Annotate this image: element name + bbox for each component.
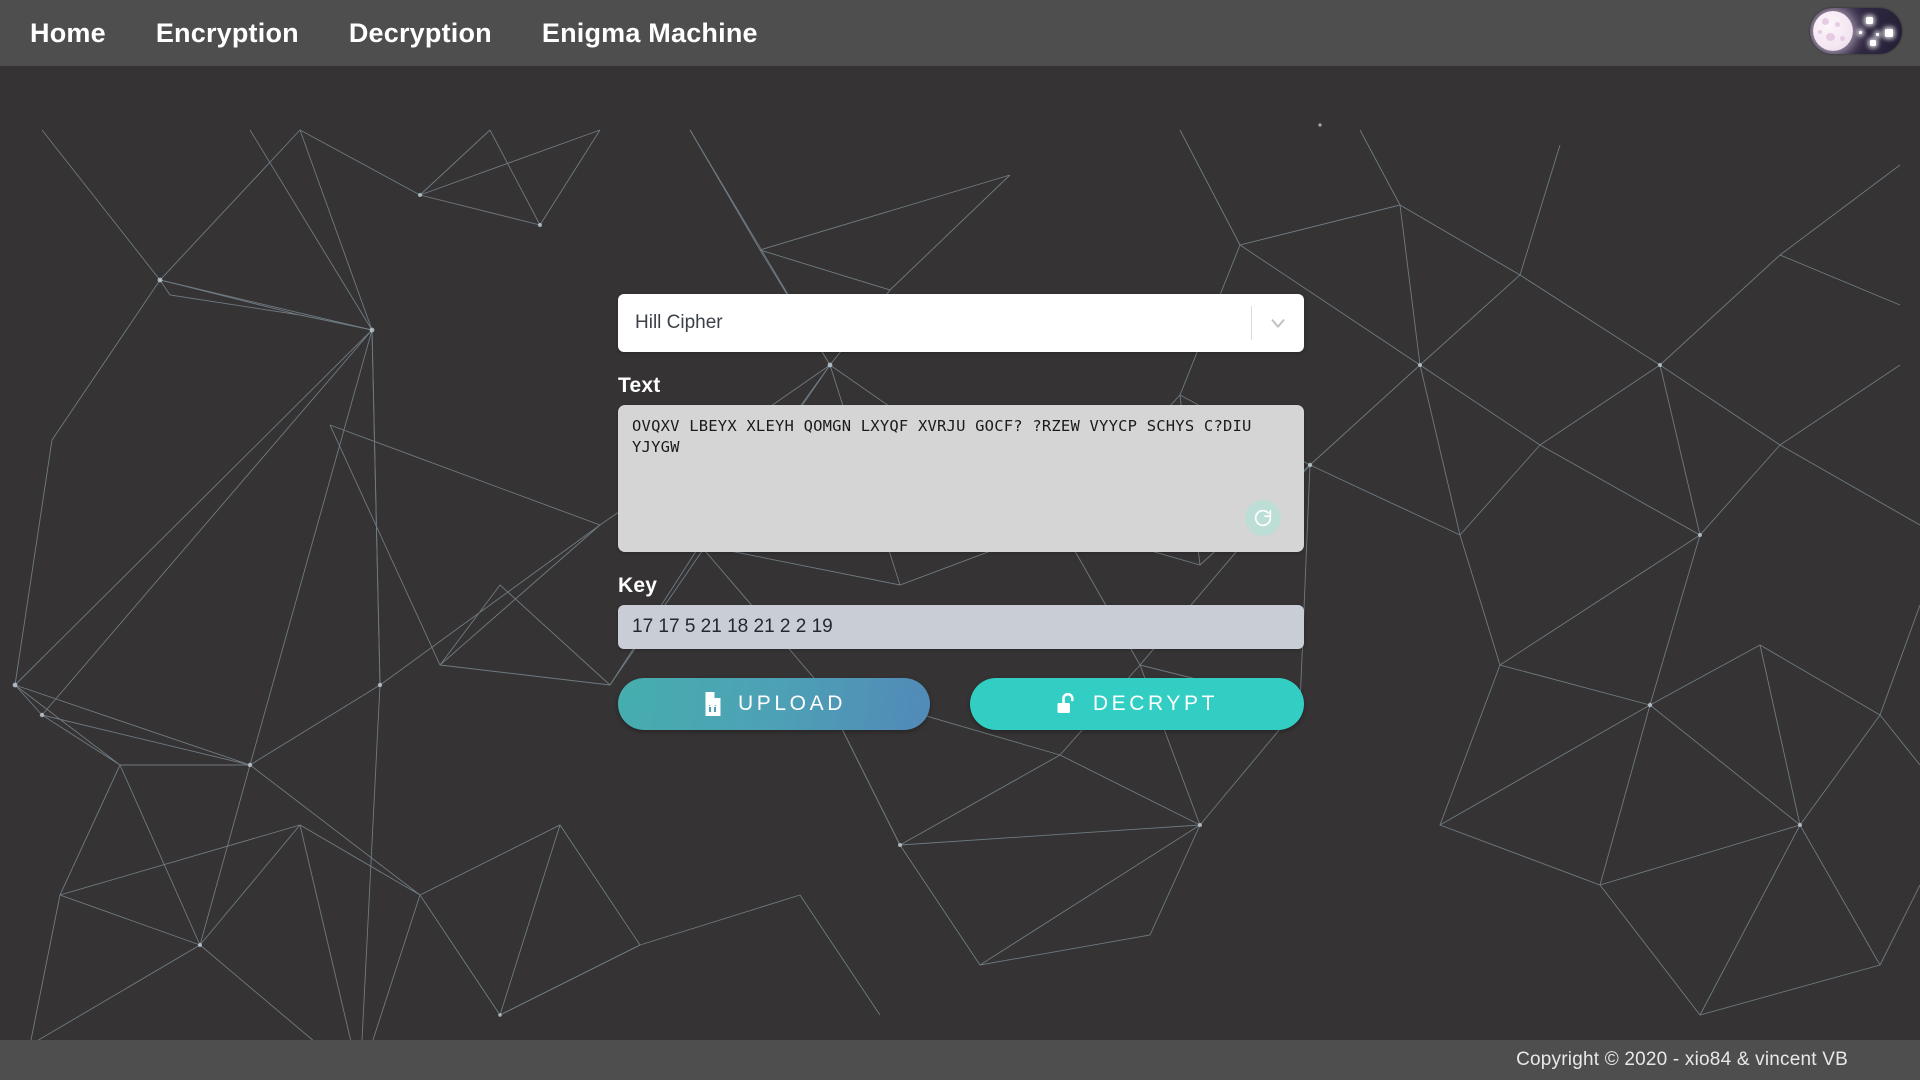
cipher-select-value: Hill Cipher [635,312,723,333]
upload-button-label: UPLOAD [738,692,846,715]
app-root: Home Encryption Decryption Enigma Machin… [0,0,1920,1080]
text-input-area[interactable]: OVQXV LBEYX XLEYH QOMGN LXYQF XVRJU GOCF… [618,405,1304,552]
action-buttons: UPLOAD DECRYPT [618,678,1304,730]
page-footer: Copyright © 2020 - xio84 & vincent VB [0,1040,1920,1080]
top-navbar: Home Encryption Decryption Enigma Machin… [0,0,1920,66]
key-input-value: 17 17 5 21 18 21 2 2 19 [632,616,833,637]
nav-links: Home Encryption Decryption Enigma Machin… [30,18,758,49]
text-field-label: Text [618,374,661,397]
decrypt-button[interactable]: DECRYPT [970,678,1304,730]
file-upload-icon [702,692,723,716]
decryption-form: Hill Cipher Text OVQXV LBEYX XLEYH QOMGN… [618,294,1304,730]
cipher-select[interactable]: Hill Cipher [618,294,1304,352]
moon-icon [1813,11,1853,51]
chevron-down-icon[interactable] [1266,311,1290,335]
nav-link-enigma-machine[interactable]: Enigma Machine [542,18,758,49]
theme-toggle-switch[interactable] [1810,8,1902,54]
decrypt-button-label: DECRYPT [1092,692,1219,715]
unlock-icon [1056,692,1078,717]
star-icon [1876,33,1879,36]
nav-link-encryption[interactable]: Encryption [156,18,299,49]
refresh-circle-icon[interactable] [1245,500,1281,536]
star-icon [1859,31,1862,34]
copyright-text: Copyright © 2020 - xio84 & vincent VB [1516,1049,1848,1070]
upload-button[interactable]: UPLOAD [618,678,930,730]
nav-link-decryption[interactable]: Decryption [349,18,492,49]
star-icon [1885,29,1893,37]
key-input[interactable]: 17 17 5 21 18 21 2 2 19 [618,605,1304,649]
text-input-value: OVQXV LBEYX XLEYH QOMGN LXYQF XVRJU GOCF… [632,417,1262,456]
key-field-label: Key [618,574,658,597]
star-icon [1866,17,1873,24]
nav-link-home[interactable]: Home [30,18,106,49]
select-divider [1251,306,1252,340]
star-icon [1870,40,1876,46]
